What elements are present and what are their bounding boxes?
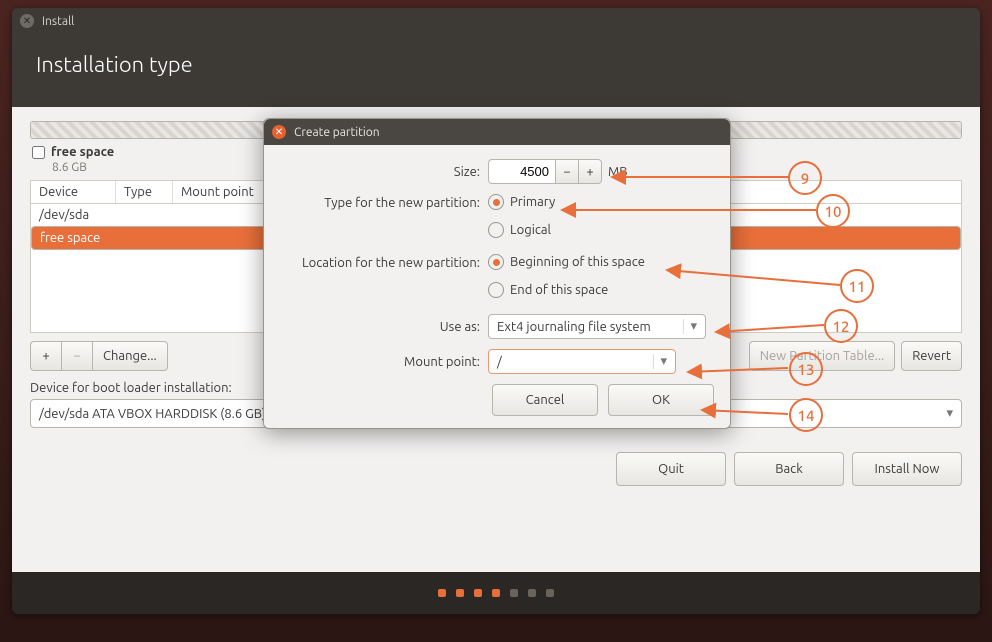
slide-dot[interactable] <box>438 589 446 597</box>
window-title: Install <box>42 15 74 28</box>
free-space-size: 8.6 GB <box>52 161 87 174</box>
size-input[interactable] <box>488 159 555 184</box>
free-space-label: free space <box>51 145 114 159</box>
outer-titlebar: ✕ Install <box>12 8 980 34</box>
slide-dot[interactable] <box>546 589 554 597</box>
radio-location-begin[interactable]: Beginning of this space <box>488 254 645 270</box>
mount-point-select[interactable]: / ▾ <box>488 349 676 374</box>
add-partition-button[interactable]: + <box>30 341 61 371</box>
bootloader-value: /dev/sda ATA VBOX HARDDISK (8.6 GB) <box>39 407 266 421</box>
radio-primary-label: Primary <box>510 195 555 209</box>
change-partition-button[interactable]: Change... <box>92 341 168 371</box>
radio-logical[interactable]: Logical <box>488 222 551 238</box>
slide-dot[interactable] <box>492 589 500 597</box>
use-as-value: Ext4 journaling file system <box>497 320 651 334</box>
slide-indicator <box>12 572 980 614</box>
remove-partition-button[interactable]: − <box>61 341 92 371</box>
free-space-checkbox[interactable] <box>32 146 45 159</box>
size-decrement-button[interactable]: − <box>555 159 578 184</box>
page-title: Installation type <box>36 52 193 77</box>
radio-icon <box>488 282 504 298</box>
size-increment-button[interactable]: + <box>578 159 602 184</box>
radio-end-label: End of this space <box>510 283 608 297</box>
radio-primary[interactable]: Primary <box>488 194 555 210</box>
slide-dot[interactable] <box>510 589 518 597</box>
chevron-down-icon: ▾ <box>683 319 697 334</box>
partition-type-label: Type for the new partition: <box>280 194 488 210</box>
cancel-button[interactable]: Cancel <box>492 384 598 416</box>
size-spinbox: − + <box>488 159 602 184</box>
size-label: Size: <box>280 165 488 179</box>
col-type[interactable]: Type <box>116 181 173 203</box>
radio-location-end[interactable]: End of this space <box>488 282 608 298</box>
radio-icon <box>488 194 504 210</box>
radio-logical-label: Logical <box>510 223 551 237</box>
use-as-label: Use as: <box>280 320 488 334</box>
radio-icon <box>488 254 504 270</box>
col-device[interactable]: Device <box>31 181 116 203</box>
size-unit: MB <box>608 165 628 179</box>
slide-dot[interactable] <box>528 589 536 597</box>
partition-location-label: Location for the new partition: <box>280 254 488 270</box>
dialog-title: Create partition <box>294 126 380 139</box>
close-icon[interactable]: ✕ <box>20 14 34 28</box>
page-header: Installation type <box>12 34 980 107</box>
slide-dot[interactable] <box>456 589 464 597</box>
mount-point-label: Mount point: <box>280 355 488 369</box>
new-partition-table-button[interactable]: New Partition Table... <box>749 341 896 371</box>
chevron-down-icon: ▾ <box>946 406 953 421</box>
slide-dot[interactable] <box>474 589 482 597</box>
chevron-down-icon: ▾ <box>653 354 667 369</box>
radio-begin-label: Beginning of this space <box>510 255 645 269</box>
install-now-button[interactable]: Install Now <box>852 452 962 486</box>
revert-button[interactable]: Revert <box>901 341 962 371</box>
quit-button[interactable]: Quit <box>616 452 726 486</box>
use-as-select[interactable]: Ext4 journaling file system ▾ <box>488 314 706 339</box>
radio-icon <box>488 222 504 238</box>
back-button[interactable]: Back <box>734 452 844 486</box>
wizard-footer: Quit Back Install Now <box>30 452 962 486</box>
dialog-titlebar: ✕ Create partition <box>264 119 730 145</box>
close-icon[interactable]: ✕ <box>272 125 286 139</box>
ok-button[interactable]: OK <box>608 384 714 416</box>
create-partition-dialog: ✕ Create partition Size: − + MB Type for… <box>263 118 731 429</box>
mount-point-value: / <box>497 355 502 369</box>
